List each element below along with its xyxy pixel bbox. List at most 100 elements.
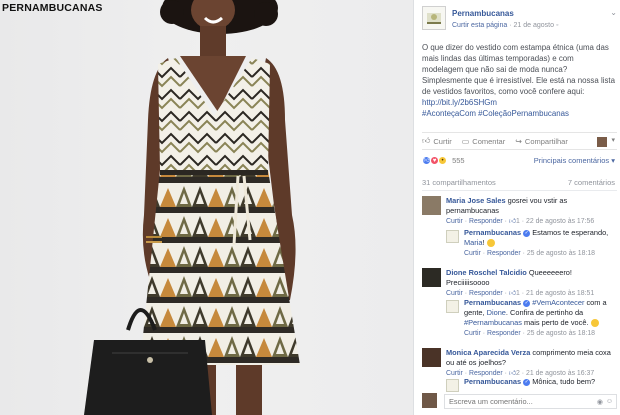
reply-meta: Curtir · Responder · 25 de agosto às 18:…	[464, 250, 596, 257]
thumbs-up-icon: 👍︎	[508, 370, 517, 377]
reply-author-name[interactable]: Pernambucanas	[464, 228, 521, 237]
comment-date[interactable]: 22 de agosto às 17:56	[526, 218, 594, 225]
commenter-name[interactable]: Maria Jose Sales	[446, 196, 506, 205]
chevron-down-icon[interactable]: ⌄	[610, 8, 617, 17]
comment-text-line: Maria Jose Sales gosrei vou vstir as per…	[446, 196, 616, 216]
comment-button[interactable]: ▭ Comentar	[462, 137, 506, 146]
reply-text-line: Pernambucanas ✓ #VemAcontecer com a gent…	[464, 298, 614, 328]
reply-text-line: Pernambucanas ✓ Mônica, tudo bem?	[464, 377, 614, 387]
reply-hashtag[interactable]: #VemAcontecer	[532, 298, 584, 307]
comment-like-count[interactable]: 2	[516, 370, 520, 377]
comment-text-line: Monica Aparecida Verza comprimento meia …	[446, 348, 616, 368]
post-text: O que dizer do vestido com estampa étnic…	[422, 42, 617, 119]
commenter-name[interactable]: Dione Roschel Talcidio	[446, 268, 527, 277]
reply-text: . Confira de pertinho da	[505, 308, 584, 317]
globe-icon: ◦	[555, 22, 559, 29]
avatar[interactable]	[422, 348, 441, 367]
comment-text-line: Dione Roschel Talcidio Queeeeeero! Preci…	[446, 268, 616, 288]
page-name[interactable]: Pernambucanas	[452, 9, 514, 18]
sort-label: Principais comentários	[533, 156, 610, 165]
post-actions: 👍︎ Curtir ▭ Comentar ↪ Compartilhar ▾	[422, 132, 617, 150]
commenter-name[interactable]: Monica Aparecida Verza	[446, 348, 530, 357]
share-label: Compartilhar	[524, 136, 568, 146]
reaction-count: 555	[452, 155, 465, 165]
reply-like-link[interactable]: Curtir	[464, 330, 481, 337]
comment-body: Monica Aparecida Verza comprimento meia …	[446, 348, 616, 379]
comment-reply-link[interactable]: Responder	[469, 218, 503, 225]
comment-body: Dione Roschel Talcidio Queeeeeero! Preci…	[446, 268, 616, 299]
viewer-avatar[interactable]	[597, 137, 607, 147]
reply-body: Pernambucanas ✓ #VemAcontecer com a gent…	[464, 298, 614, 339]
reply-date[interactable]: 25 de agosto às 18:18	[527, 250, 595, 257]
post-meta: Curtir esta página · 21 de agosto ◦	[452, 22, 558, 29]
reply-author-name[interactable]: Pernambucanas	[464, 298, 521, 307]
comment-icon: ▭	[461, 136, 470, 146]
smile-emoji-icon	[590, 319, 599, 328]
comment-reply-link[interactable]: Responder	[469, 370, 503, 377]
avatar[interactable]	[422, 196, 441, 215]
thumbs-up-icon: 👍︎	[422, 136, 431, 145]
reply-text: mais perto de você.	[521, 318, 591, 327]
reply-tag[interactable]: Dione	[487, 308, 506, 317]
verified-badge-icon: ✓	[523, 299, 531, 307]
comment-date[interactable]: 21 de agosto às 18:51	[526, 290, 594, 297]
reply-author-name[interactable]: Pernambucanas	[464, 377, 521, 386]
comment-like-link[interactable]: Curtir	[446, 370, 463, 377]
caret-down-icon[interactable]: ▾	[611, 136, 615, 144]
reply-text-line: Pernambucanas ✓ Estamos te esperando, Ma…	[464, 228, 614, 248]
post-hashtags[interactable]: #AconteçaCom #ColeçãoPernambucanas	[422, 108, 617, 119]
like-button[interactable]: 👍︎ Curtir	[422, 136, 452, 146]
reactions-bar[interactable]: 👍︎ ♥ • 555 Principais comentários ▾	[422, 155, 617, 167]
reply-body: Pernambucanas ✓ Estamos te esperando, Ma…	[464, 228, 614, 259]
post-photo[interactable]: PERNAMBUCANAS	[0, 0, 413, 415]
comment-meta: Curtir · Responder · 👍︎1 · 22 de agosto …	[446, 218, 595, 225]
share-icon: ↪	[515, 136, 522, 146]
comment-like-count[interactable]: 1	[516, 290, 520, 297]
comment-input[interactable]	[444, 394, 617, 409]
reply-meta: Curtir · Responder · 25 de agosto às 18:…	[464, 330, 596, 337]
comments-count[interactable]: 7 comentários	[568, 178, 615, 187]
post-body: O que dizer do vestido com estampa étnic…	[422, 43, 615, 96]
write-comment-bar: ◉ ☺	[422, 390, 617, 412]
reply-like-link[interactable]: Curtir	[464, 250, 481, 257]
smile-emoji-icon	[486, 239, 495, 248]
reply-hashtag[interactable]: #Pernambucanas	[464, 318, 522, 327]
camera-icon[interactable]: ◉	[597, 398, 603, 406]
post-panel: Pernambucanas Curtir esta página · 21 de…	[413, 0, 620, 415]
post-link[interactable]: http://bit.ly/2b6SHGm	[422, 97, 617, 108]
share-button[interactable]: ↪ Compartilhar	[515, 137, 568, 146]
page-avatar[interactable]	[422, 6, 446, 30]
comment-date[interactable]: 21 de agosto às 16:37	[526, 370, 594, 377]
brand-logo: PERNAMBUCANAS	[2, 2, 103, 14]
page-reply-avatar[interactable]	[446, 300, 459, 313]
comment-reply-link[interactable]: Responder	[469, 290, 503, 297]
like-label: Curtir	[433, 136, 452, 146]
page-reply-avatar[interactable]	[446, 230, 459, 243]
post-stats: 31 compartilhamentos 7 comentários	[422, 178, 617, 187]
reply-tag[interactable]: Maria	[464, 238, 482, 247]
sort-comments-dropdown[interactable]: Principais comentários ▾	[534, 156, 615, 165]
post-date[interactable]: 21 de agosto	[514, 22, 554, 29]
page-logo-icon	[427, 13, 441, 24]
reply-text: Estamos te esperando,	[530, 228, 609, 237]
like-page-link[interactable]: Curtir esta página	[452, 22, 507, 29]
reply-reply-link[interactable]: Responder	[487, 330, 521, 337]
model-dress-illustration	[84, 0, 300, 415]
thumbs-up-icon: 👍︎	[508, 290, 517, 297]
reply-reply-link[interactable]: Responder	[487, 250, 521, 257]
comment-label: Comentar	[472, 136, 506, 146]
wow-reaction-icon: •	[438, 155, 447, 165]
viewer-avatar[interactable]	[422, 393, 437, 408]
emoji-icon[interactable]: ☺	[606, 398, 613, 405]
reply-text-end: !	[482, 238, 485, 247]
reply-text: Mônica, tudo bem?	[530, 377, 596, 386]
shares-count[interactable]: 31 compartilhamentos	[422, 178, 496, 187]
comment-like-link[interactable]: Curtir	[446, 218, 463, 225]
comment-like-count[interactable]: 1	[516, 218, 520, 225]
thumbs-up-icon: 👍︎	[508, 218, 517, 225]
comment-like-link[interactable]: Curtir	[446, 290, 463, 297]
reply-body: Pernambucanas ✓ Mônica, tudo bem?	[464, 377, 614, 387]
comment-body: Maria Jose Sales gosrei vou vstir as per…	[446, 196, 616, 227]
reply-date[interactable]: 25 de agosto às 18:18	[527, 330, 595, 337]
avatar[interactable]	[422, 268, 441, 287]
